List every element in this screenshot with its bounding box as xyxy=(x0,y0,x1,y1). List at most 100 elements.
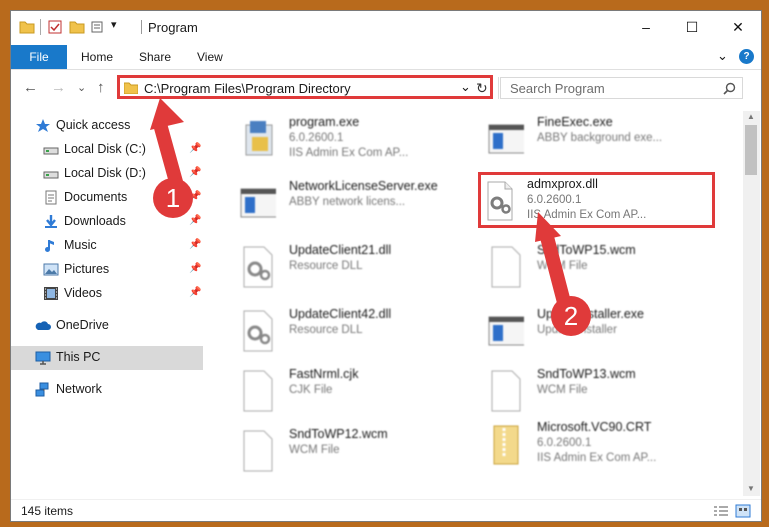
vertical-scrollbar[interactable]: ▲ ▼ xyxy=(743,111,760,496)
list-item[interactable]: UpdateInstaller.exe Update installer xyxy=(474,303,714,359)
sidebar-item-label: Local Disk (D:) xyxy=(64,166,146,180)
scroll-down-icon[interactable]: ▼ xyxy=(747,484,755,493)
list-item[interactable]: FineExec.exe ABBY background exe... xyxy=(474,111,714,167)
file-name: NetworkLicenseServer.exe xyxy=(289,179,438,193)
list-item[interactable]: NetworkLicenseServer.exe ABBY network li… xyxy=(226,175,466,231)
address-dropdown-icon[interactable]: ⌄ xyxy=(460,79,471,95)
sidebar-item-label: Documents xyxy=(64,190,128,204)
address-path: C:\Program Files\Program Directory xyxy=(144,81,351,96)
search-box[interactable]: Search Program xyxy=(500,77,743,99)
back-button[interactable]: ← xyxy=(23,79,38,96)
pictures-icon xyxy=(43,263,59,276)
file-detail: WCM File xyxy=(289,444,340,456)
sidebar-item-label: Network xyxy=(56,382,102,396)
file-icon xyxy=(243,370,273,412)
new-folder-icon[interactable] xyxy=(69,19,85,35)
star-icon xyxy=(36,119,50,132)
sidebar-item-local-disk-c[interactable]: Local Disk (C:) 📌 xyxy=(11,138,203,162)
sidebar-item-onedrive[interactable]: OneDrive xyxy=(11,314,203,338)
file-icon xyxy=(243,430,273,472)
large-icons-view-icon[interactable] xyxy=(735,504,751,518)
list-item[interactable]: SndToWP12.wcm WCM File xyxy=(226,423,466,479)
maximize-button[interactable]: ☐ xyxy=(669,11,715,43)
customize-icon[interactable] xyxy=(91,19,109,35)
file-detail: CJK File xyxy=(289,384,333,396)
pin-icon[interactable]: 📌 xyxy=(189,167,201,179)
list-item[interactable]: SndToWP15.wcm WCM File xyxy=(474,239,714,295)
scroll-up-icon[interactable]: ▲ xyxy=(747,112,755,121)
expand-ribbon-icon[interactable]: ⌄ xyxy=(717,48,728,64)
list-item[interactable]: Microsoft.VC90.CRT 6.0.2600.1 IIS Admin … xyxy=(474,416,714,472)
help-icon[interactable]: ? xyxy=(739,49,754,64)
sidebar-item-label: Pictures xyxy=(64,262,110,276)
file-icon xyxy=(491,246,521,288)
file-name: FastNrml.cjk xyxy=(289,367,359,381)
file-name: UpdateClient21.dll xyxy=(289,243,392,257)
sidebar-item-pictures[interactable]: Pictures 📌 xyxy=(11,258,203,282)
search-icon[interactable] xyxy=(723,82,736,95)
recent-locations-button[interactable]: ⌄ xyxy=(77,81,86,94)
file-detail: ABBY background exe... xyxy=(537,132,663,144)
list-item[interactable]: program.exe 6.0.2600.1 IIS Admin Ex Com … xyxy=(226,111,466,167)
file-name: Microsoft.VC90.CRT xyxy=(537,420,652,434)
separator xyxy=(498,77,499,99)
folder-icon[interactable] xyxy=(19,19,35,35)
forward-button[interactable]: → xyxy=(51,79,66,96)
pin-icon[interactable]: 📌 xyxy=(189,143,201,155)
sidebar-item-network[interactable]: Network xyxy=(11,378,203,402)
qat-dropdown-icon[interactable]: ▾ xyxy=(111,18,117,34)
file-detail: WCM File xyxy=(537,260,588,272)
window-icon xyxy=(488,316,524,346)
item-count: 145 items xyxy=(21,504,74,518)
minimize-button[interactable]: – xyxy=(623,11,669,43)
highlighted-file[interactable]: admxprox.dll 6.0.2600.1 IIS Admin Ex Com… xyxy=(478,172,715,228)
file-detail: Resource DLL xyxy=(289,260,363,272)
computer-icon xyxy=(35,351,51,365)
pin-icon[interactable]: 📌 xyxy=(189,287,201,299)
file-detail: 6.0.2600.1 xyxy=(289,132,344,144)
sidebar-item-music[interactable]: Music 📌 xyxy=(11,234,203,258)
details-view-icon[interactable] xyxy=(713,505,729,518)
list-item[interactable]: UpdateClient21.dll Resource DLL xyxy=(226,239,466,295)
navigation-pane: Quick access Local Disk (C:) 📌 Local Dis… xyxy=(11,111,203,501)
ribbon-tabs: File Home Share View ⌄ ? xyxy=(11,45,761,70)
separator xyxy=(141,20,142,34)
sidebar-item-quick-access[interactable]: Quick access xyxy=(11,114,203,138)
navigation-bar: ← → ⌄ ↑ C:\Program Files\Program Directo… xyxy=(11,71,761,103)
file-name: UpdateClient42.dll xyxy=(289,307,392,321)
properties-icon[interactable] xyxy=(47,19,63,35)
list-item[interactable]: SndToWP13.wcm WCM File xyxy=(474,363,714,419)
scroll-thumb[interactable] xyxy=(745,125,757,175)
address-bar[interactable]: C:\Program Files\Program Directory ⌄ xyxy=(117,75,493,99)
tab-share[interactable]: Share xyxy=(139,50,171,64)
sidebar-item-videos[interactable]: Videos 📌 xyxy=(11,282,203,306)
pin-icon[interactable]: 📌 xyxy=(189,215,201,227)
music-icon xyxy=(45,240,54,252)
sidebar-item-this-pc[interactable]: This PC xyxy=(11,346,203,370)
list-item[interactable]: FastNrml.cjk CJK File xyxy=(226,363,466,419)
tab-file[interactable]: File xyxy=(11,45,67,69)
file-name: admxprox.dll xyxy=(527,177,598,191)
up-button[interactable]: ↑ xyxy=(97,79,105,96)
sidebar-item-label: Videos xyxy=(64,286,102,300)
close-button[interactable]: ✕ xyxy=(715,11,761,43)
tab-view[interactable]: View xyxy=(197,50,223,64)
dll-gear-icon xyxy=(487,181,513,221)
file-name: SndToWP15.wcm xyxy=(537,243,636,257)
pin-icon[interactable]: 📌 xyxy=(189,239,201,251)
pin-icon[interactable]: 📌 xyxy=(189,191,201,203)
sidebar-item-label: Quick access xyxy=(56,118,131,132)
tab-home[interactable]: Home xyxy=(81,50,113,64)
dll-gear-icon xyxy=(243,310,273,352)
dll-gear-icon xyxy=(243,246,273,288)
refresh-icon[interactable]: ↻ xyxy=(476,80,488,97)
search-input[interactable]: Search Program xyxy=(510,81,605,96)
sidebar-item-documents[interactable]: Documents 📌 xyxy=(11,186,203,210)
pin-icon[interactable]: 📌 xyxy=(189,263,201,275)
sidebar-item-label: Local Disk (C:) xyxy=(64,142,146,156)
list-item[interactable]: UpdateClient42.dll Resource DLL xyxy=(226,303,466,359)
sidebar-item-downloads[interactable]: Downloads 📌 xyxy=(11,210,203,234)
file-detail: WCM File xyxy=(537,384,588,396)
file-detail: 6.0.2600.1 xyxy=(537,437,592,449)
sidebar-item-local-disk-d[interactable]: Local Disk (D:) 📌 xyxy=(11,162,203,186)
